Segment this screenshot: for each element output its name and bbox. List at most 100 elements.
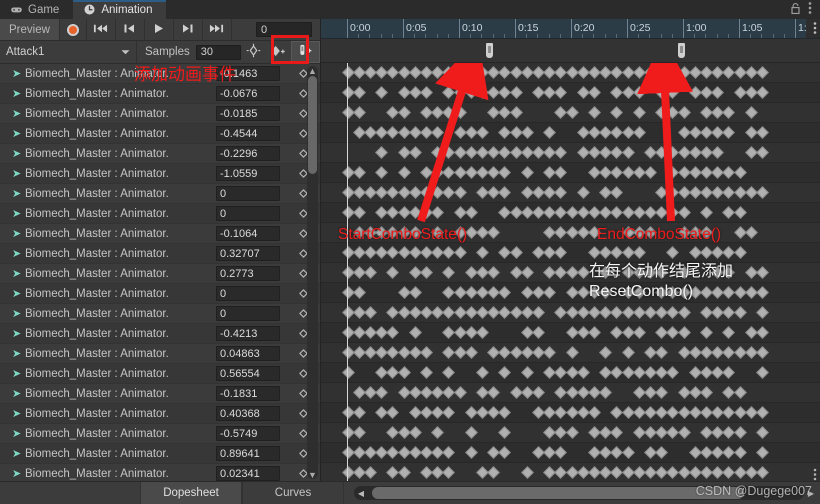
- keyframe[interactable]: [352, 426, 366, 439]
- keyframe[interactable]: [711, 146, 724, 159]
- keyframe[interactable]: [588, 226, 601, 239]
- keyframe[interactable]: [487, 266, 500, 279]
- keyframe[interactable]: [677, 266, 691, 279]
- expand-arrow-icon[interactable]: ➤: [12, 187, 25, 200]
- keyframe[interactable]: [476, 246, 489, 259]
- keyframe[interactable]: [756, 146, 769, 159]
- keyframe[interactable]: [588, 406, 601, 419]
- property-row[interactable]: ➤ Biomech_Master : Animator. 0.04863: [0, 344, 320, 364]
- expand-arrow-icon[interactable]: ➤: [12, 247, 25, 260]
- keyframe[interactable]: [756, 346, 769, 359]
- property-value-input[interactable]: -0.1831: [216, 386, 280, 401]
- dopesheet-row[interactable]: [321, 223, 820, 243]
- keyframe[interactable]: [756, 466, 769, 479]
- keyframe[interactable]: [442, 446, 456, 459]
- keyframe[interactable]: [744, 106, 758, 119]
- keyframe[interactable]: [420, 346, 433, 359]
- property-value-input[interactable]: 0: [216, 306, 280, 321]
- property-row[interactable]: ➤ Biomech_Master : Animator. -0.2296: [0, 144, 320, 164]
- footer-kebab-menu-icon[interactable]: [813, 468, 817, 484]
- dopesheet-row[interactable]: [321, 403, 820, 423]
- keyframe[interactable]: [677, 206, 691, 219]
- keyframe[interactable]: [408, 146, 422, 159]
- preview-button[interactable]: Preview: [0, 19, 60, 40]
- expand-arrow-icon[interactable]: ➤: [12, 447, 25, 460]
- keyframe[interactable]: [588, 86, 601, 99]
- keyframe[interactable]: [722, 106, 736, 119]
- keyframe[interactable]: [632, 126, 646, 139]
- keyframe[interactable]: [397, 366, 411, 379]
- tab-animation[interactable]: Animation: [73, 0, 167, 19]
- first-frame-button[interactable]: [87, 19, 116, 40]
- expand-arrow-icon[interactable]: ➤: [12, 367, 25, 380]
- keyframe[interactable]: [621, 446, 635, 459]
- keyframe[interactable]: [756, 326, 769, 339]
- keyframe[interactable]: [733, 306, 747, 319]
- keyframe[interactable]: [498, 426, 512, 439]
- keyframe[interactable]: [722, 366, 736, 379]
- keyframe[interactable]: [632, 86, 646, 99]
- keyframe[interactable]: [576, 266, 590, 279]
- property-value-input[interactable]: -0.4213: [216, 326, 280, 341]
- keyframe[interactable]: [487, 226, 500, 239]
- keyframe[interactable]: [621, 146, 635, 159]
- property-row[interactable]: ➤ Biomech_Master : Animator. -0.5749: [0, 424, 320, 444]
- keyframe[interactable]: [722, 266, 736, 279]
- keyframe[interactable]: [756, 286, 769, 299]
- expand-arrow-icon[interactable]: ➤: [12, 67, 25, 80]
- keyframe[interactable]: [722, 326, 736, 339]
- keyframe[interactable]: [352, 406, 366, 419]
- keyframe[interactable]: [565, 426, 579, 439]
- keyframe[interactable]: [498, 366, 512, 379]
- dopesheet-row[interactable]: [321, 83, 820, 103]
- keyframe[interactable]: [397, 106, 411, 119]
- keyframe[interactable]: [498, 186, 512, 199]
- expand-arrow-icon[interactable]: ➤: [12, 467, 25, 480]
- dopesheet-row[interactable]: [321, 163, 820, 183]
- keyframe[interactable]: [722, 126, 736, 139]
- dopesheet-row[interactable]: [321, 303, 820, 323]
- keyframe[interactable]: [397, 166, 411, 179]
- keyframe[interactable]: [700, 226, 713, 239]
- keyframe[interactable]: [632, 326, 646, 339]
- property-row[interactable]: ➤ Biomech_Master : Animator. 0.40368: [0, 404, 320, 424]
- keyframe[interactable]: [532, 326, 545, 339]
- keyframe[interactable]: [632, 286, 646, 299]
- keyframe[interactable]: [520, 366, 534, 379]
- property-value-input[interactable]: -0.4544: [216, 126, 280, 141]
- property-value-input[interactable]: 0: [216, 206, 280, 221]
- keyframe[interactable]: [453, 106, 467, 119]
- expand-arrow-icon[interactable]: ➤: [12, 327, 25, 340]
- keyframe[interactable]: [352, 166, 366, 179]
- keyframe[interactable]: [498, 446, 512, 459]
- property-value-input[interactable]: -0.0676: [216, 86, 280, 101]
- property-row[interactable]: ➤ Biomech_Master : Animator. -0.1064: [0, 224, 320, 244]
- keyframe[interactable]: [554, 86, 568, 99]
- property-value-input[interactable]: 0.04863: [216, 346, 280, 361]
- keyframe[interactable]: [386, 406, 400, 419]
- dopesheet-row[interactable]: [321, 263, 820, 283]
- property-value-input[interactable]: 0.02341: [216, 466, 280, 481]
- keyframe[interactable]: [711, 86, 724, 99]
- keyframe[interactable]: [599, 286, 612, 299]
- keyframe[interactable]: [375, 386, 388, 399]
- keyframe[interactable]: [599, 386, 612, 399]
- keyframe[interactable]: [375, 146, 388, 159]
- keyframe[interactable]: [756, 126, 769, 139]
- keyframe[interactable]: [509, 86, 523, 99]
- last-frame-button[interactable]: [203, 19, 232, 40]
- event-track[interactable]: [321, 39, 820, 63]
- dopesheet-row[interactable]: [321, 423, 820, 443]
- property-value-input[interactable]: -0.5749: [216, 426, 280, 441]
- animation-event-marker[interactable]: [486, 43, 493, 58]
- dopesheet-row[interactable]: [321, 103, 820, 123]
- keyframe[interactable]: [655, 266, 668, 279]
- property-row[interactable]: ➤ Biomech_Master : Animator. 0.2773: [0, 264, 320, 284]
- tab-curves[interactable]: Curves: [242, 482, 344, 504]
- keyframe[interactable]: [375, 166, 388, 179]
- keyframe[interactable]: [442, 266, 456, 279]
- keyframe[interactable]: [364, 266, 377, 279]
- keyframe[interactable]: [397, 466, 411, 479]
- property-row[interactable]: ➤ Biomech_Master : Animator. -0.0676: [0, 84, 320, 104]
- property-row[interactable]: ➤ Biomech_Master : Animator. -0.1831: [0, 384, 320, 404]
